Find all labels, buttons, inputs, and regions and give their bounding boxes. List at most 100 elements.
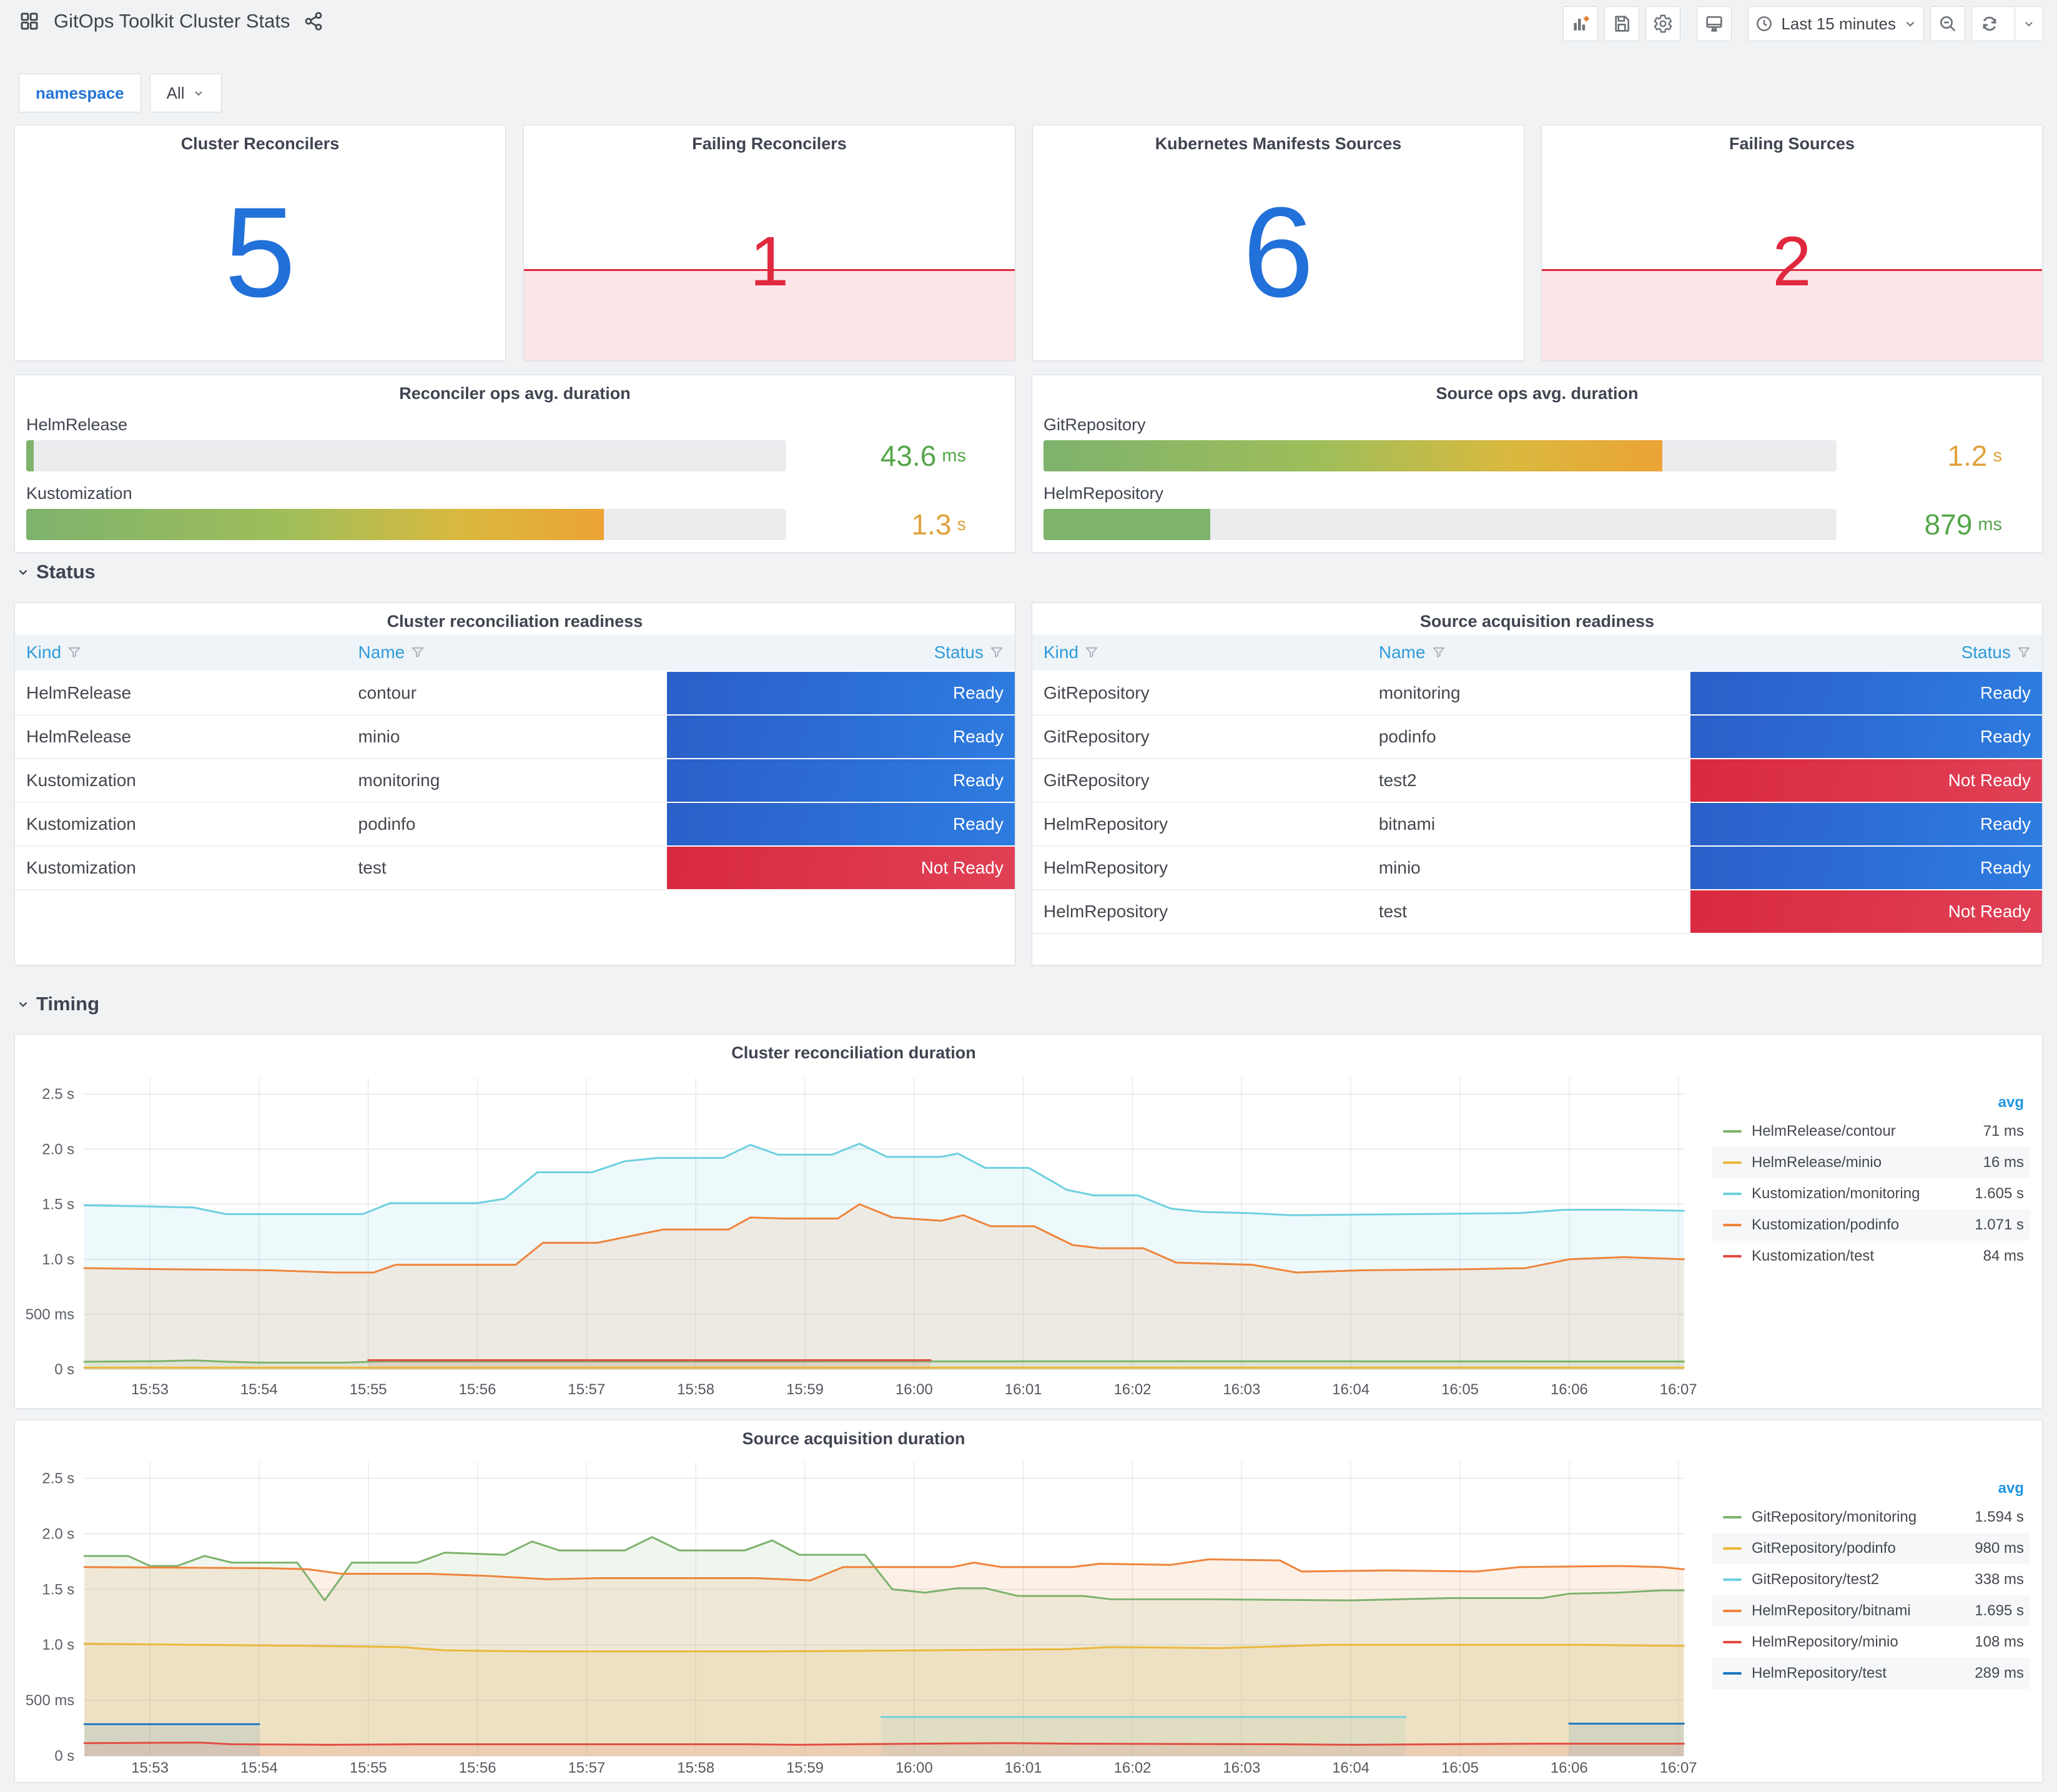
legend-series-swatch xyxy=(1723,1672,1742,1675)
time-range-picker[interactable]: Last 15 minutes xyxy=(1748,6,1924,41)
x-axis-tick-label: 15:57 xyxy=(568,1381,605,1398)
stat-value: 5 xyxy=(224,180,296,324)
save-dashboard-button[interactable] xyxy=(1604,6,1640,41)
legend-item[interactable]: HelmRepository/minio 108 ms xyxy=(1712,1627,2030,1658)
cell-status-badge: Ready xyxy=(1690,847,2042,889)
template-variables: namespace All xyxy=(19,74,222,112)
legend-item[interactable]: HelmRelease/contour 71 ms xyxy=(1712,1116,2030,1147)
refresh-button[interactable] xyxy=(1972,7,2007,41)
legend-item[interactable]: GitRepository/monitoring 1.594 s xyxy=(1712,1502,2030,1533)
y-axis-tick-label: 2.0 s xyxy=(42,1525,74,1542)
x-axis-tick-label: 16:02 xyxy=(1114,1381,1152,1398)
stat-panel-4: Failing Sources 2 xyxy=(1541,125,2043,361)
table-row: HelmRepository test Not Ready xyxy=(1032,890,2042,934)
x-axis-tick-label: 16:04 xyxy=(1332,1760,1369,1776)
chart-legend: avg HelmRelease/contour 71 ms HelmRelease/m… xyxy=(1712,1090,2030,1272)
legend-item[interactable]: Kustomization/monitoring 1.605 s xyxy=(1712,1178,2030,1209)
bargauge-value-number: 1.2 xyxy=(1947,440,1988,472)
column-header-label: Kind xyxy=(26,642,62,662)
apps-grid-icon[interactable] xyxy=(19,11,40,32)
y-axis-tick-label: 2.0 s xyxy=(42,1141,74,1158)
filter-funnel-icon[interactable] xyxy=(1085,646,1098,659)
stat-panel-title[interactable]: Kubernetes Manifests Sources xyxy=(1033,134,1524,154)
x-axis-tick-label: 15:58 xyxy=(677,1381,714,1398)
legend-item[interactable]: Kustomization/podinfo 1.071 s xyxy=(1712,1209,2030,1241)
cell-kind: GitRepository xyxy=(1032,716,1368,759)
bargauge-value-unit: ms xyxy=(1978,514,2002,534)
stat-panel-title[interactable]: Cluster Reconcilers xyxy=(15,134,505,154)
bargauge-value-unit: ms xyxy=(942,445,966,466)
legend-item[interactable]: HelmRepository/test 289 ms xyxy=(1712,1658,2030,1689)
filter-funnel-icon[interactable] xyxy=(411,646,425,659)
cell-status-badge: Not Ready xyxy=(666,847,1015,889)
stat-panel-title[interactable]: Failing Sources xyxy=(1542,134,2042,154)
legend-series-avg: 980 ms xyxy=(1975,1540,2024,1557)
section-timing[interactable]: Timing xyxy=(16,993,99,1015)
legend-item[interactable]: HelmRepository/bitnami 1.695 s xyxy=(1712,1595,2030,1627)
bargauge-panel-title[interactable]: Reconciler ops avg. duration xyxy=(15,384,1015,403)
namespace-variable-label[interactable]: namespace xyxy=(19,74,141,112)
bargauge-value: 1.2 s xyxy=(1947,440,2002,472)
y-axis-tick-label: 500 ms xyxy=(26,1692,74,1709)
x-axis-tick-label: 15:56 xyxy=(459,1760,496,1776)
cell-kind: GitRepository xyxy=(1032,672,1368,716)
share-icon[interactable] xyxy=(303,11,323,31)
dashboard-settings-button[interactable] xyxy=(1645,6,1681,41)
legend-series-avg: 108 ms xyxy=(1975,1633,2024,1650)
table-panel-title[interactable]: Cluster reconciliation readiness xyxy=(15,612,1015,631)
table-body: HelmRelease contour Ready HelmRelease minio R… xyxy=(15,672,1015,890)
bargauge-value-unit: s xyxy=(957,514,967,534)
cell-kind: HelmRepository xyxy=(1032,847,1368,890)
cycle-view-button[interactable] xyxy=(1697,6,1732,41)
table-panel-title[interactable]: Source acquisition readiness xyxy=(1032,612,2042,631)
bargauge-fill xyxy=(26,440,34,471)
zoom-out-button[interactable] xyxy=(1930,6,1965,41)
column-header-name[interactable]: Name xyxy=(347,642,665,662)
chart-legend: avg GitRepository/monitoring 1.594 s GitRep… xyxy=(1712,1475,2030,1689)
section-status[interactable]: Status xyxy=(16,561,96,583)
filter-funnel-icon[interactable] xyxy=(990,646,1004,659)
column-header-kind[interactable]: Kind xyxy=(1032,642,1368,662)
legend-series-name: HelmRepository/minio xyxy=(1752,1633,1898,1650)
x-axis-tick-label: 16:05 xyxy=(1441,1381,1479,1398)
table-row: HelmRelease contour Ready xyxy=(15,672,1015,716)
legend-series-name: HelmRepository/test xyxy=(1752,1665,1887,1681)
legend-item[interactable]: GitRepository/test2 338 ms xyxy=(1712,1564,2030,1595)
legend-series-name: HelmRelease/contour xyxy=(1752,1123,1896,1140)
table-row: Kustomization podinfo Ready xyxy=(15,803,1015,847)
x-axis-tick-label: 15:53 xyxy=(131,1381,169,1398)
add-panel-button[interactable] xyxy=(1563,6,1599,41)
x-axis-tick-label: 15:54 xyxy=(240,1760,278,1776)
column-header-status[interactable]: Status xyxy=(1689,642,2042,662)
cell-status-badge: Ready xyxy=(666,759,1015,802)
legend-series-avg: 289 ms xyxy=(1975,1665,2024,1681)
column-header-kind[interactable]: Kind xyxy=(15,642,347,662)
refresh-interval-button[interactable] xyxy=(2015,7,2043,41)
cell-kind: HelmRelease xyxy=(15,672,347,716)
legend-item[interactable]: GitRepository/podinfo 980 ms xyxy=(1712,1533,2030,1564)
stat-panel-title[interactable]: Failing Reconcilers xyxy=(524,134,1015,154)
gear-icon xyxy=(1654,14,1672,33)
timeseries-panel-2: Source acquisition duration 0 s 500 ms 1.0 … xyxy=(14,1420,2043,1783)
chevron-down-icon xyxy=(19,1002,27,1007)
cell-name: contour xyxy=(347,672,665,716)
bargauge-row-label: GitRepository xyxy=(1043,415,1146,434)
legend-avg-header[interactable]: avg xyxy=(1712,1475,2030,1502)
filter-funnel-icon[interactable] xyxy=(2017,646,2031,659)
column-header-status[interactable]: Status xyxy=(665,642,1015,662)
bargauge-row-label: Kustomization xyxy=(26,484,132,503)
column-header-name[interactable]: Name xyxy=(1368,642,1689,662)
legend-series-swatch xyxy=(1723,1610,1742,1612)
series-fill xyxy=(84,1559,1684,1756)
legend-item[interactable]: HelmRelease/minio 16 ms xyxy=(1712,1147,2030,1178)
table-header-row: Kind Name Status xyxy=(15,634,1015,671)
x-axis-tick-label: 16:07 xyxy=(1660,1381,1697,1398)
legend-item[interactable]: Kustomization/test 84 ms xyxy=(1712,1241,2030,1272)
filter-funnel-icon[interactable] xyxy=(67,646,81,659)
namespace-variable-value-dropdown[interactable]: All xyxy=(149,74,222,112)
filter-funnel-icon[interactable] xyxy=(1432,646,1446,659)
legend-series-avg: 71 ms xyxy=(1983,1123,2024,1140)
legend-avg-header[interactable]: avg xyxy=(1712,1090,2030,1116)
bargauge-panel-title[interactable]: Source ops avg. duration xyxy=(1032,384,2042,403)
cell-kind: HelmRepository xyxy=(1032,890,1368,934)
